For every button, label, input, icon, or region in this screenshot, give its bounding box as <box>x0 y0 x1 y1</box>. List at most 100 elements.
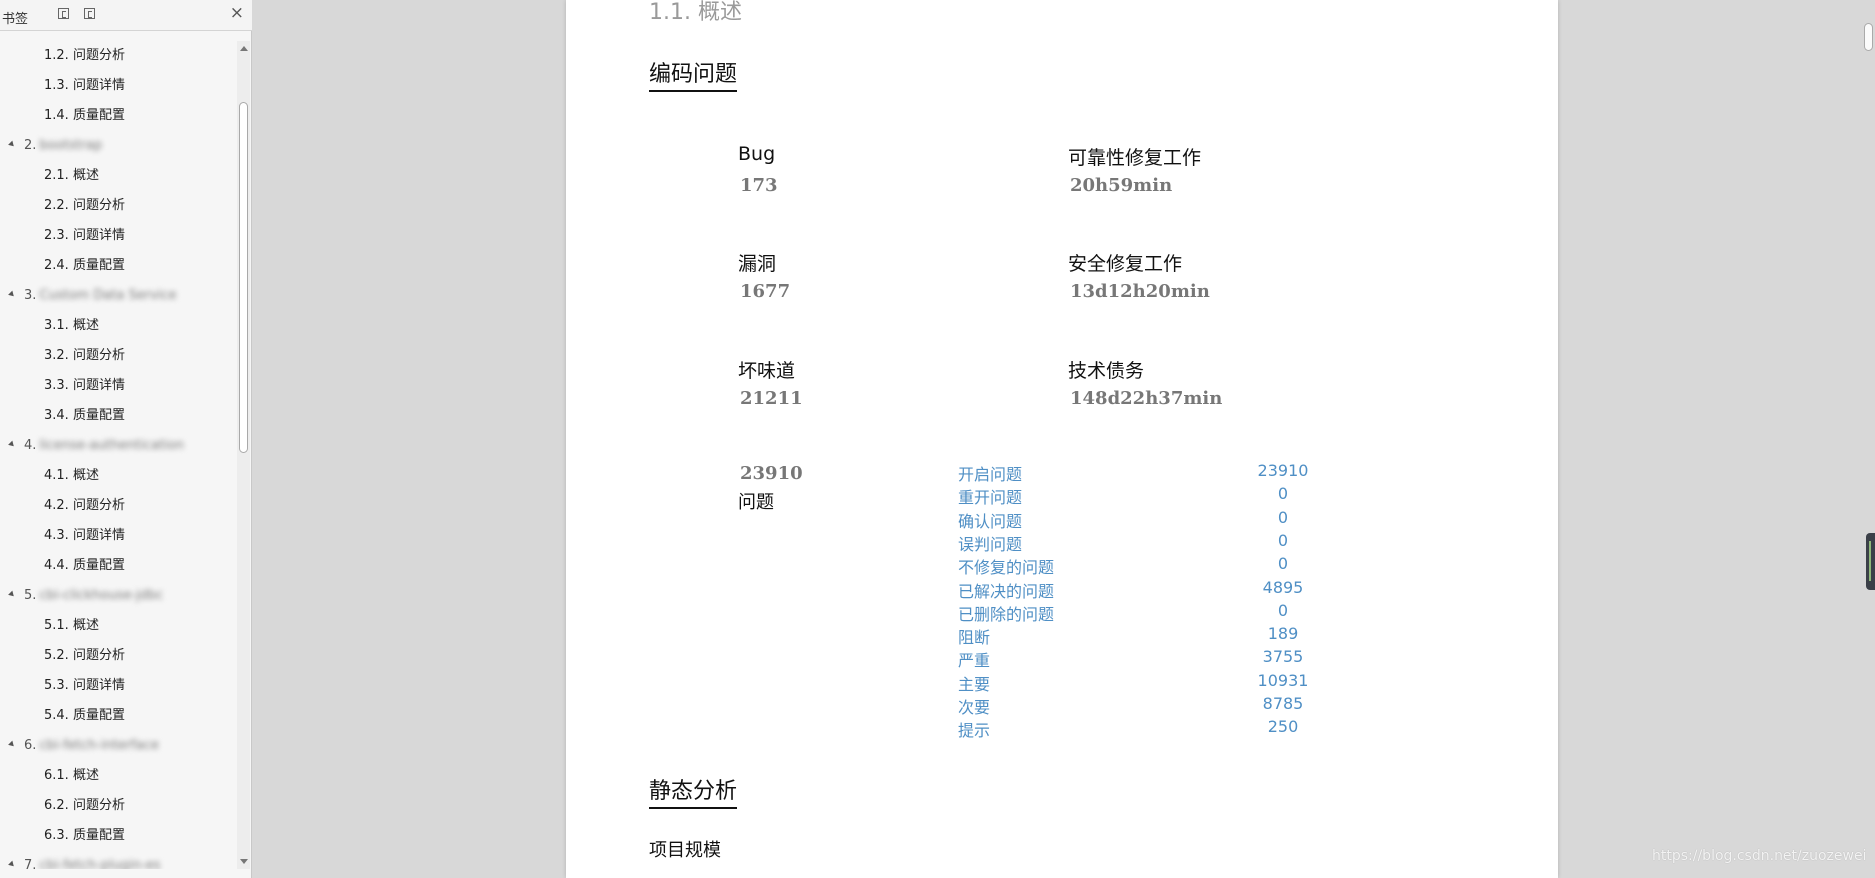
section-heading: 1.1. 概述 <box>649 0 742 25</box>
bookmark-item[interactable]: 2.1. 概述 <box>0 161 237 191</box>
bookmark-item[interactable]: 4.3. 问题详情 <box>0 521 237 551</box>
breakdown-value: 10931 <box>1257 670 1309 690</box>
bookmark-label: 2. <box>24 138 37 153</box>
bookmark-item[interactable]: 4.1. 概述 <box>0 461 237 491</box>
scrollbar-thumb[interactable] <box>1864 23 1873 51</box>
expand-all-icon[interactable] <box>58 8 69 19</box>
bookmark-item[interactable]: 4.4. 质量配置 <box>0 551 237 581</box>
bookmark-item[interactable]: 4.2. 问题分析 <box>0 491 237 521</box>
bookmark-label: 3. <box>24 288 37 303</box>
bookmark-item[interactable]: 3.2. 问题分析 <box>0 341 237 371</box>
metric-value: 20h59min <box>1070 175 1173 196</box>
bookmark-item[interactable]: 2.3. 问题详情 <box>0 221 237 251</box>
breakdown-label: 阻断 <box>958 628 991 648</box>
expand-arrow-icon[interactable] <box>8 590 16 599</box>
bookmark-label: 5. <box>24 588 37 603</box>
collapse-all-icon[interactable] <box>84 8 95 19</box>
bookmark-item[interactable]: 2.2. 问题分析 <box>0 191 237 221</box>
scroll-down-icon[interactable] <box>240 859 248 864</box>
breakdown-label: 次要 <box>958 698 991 717</box>
bookmark-project-name: license-authentication <box>39 438 184 453</box>
breakdown-row: 误判问题 0 <box>958 531 1338 554</box>
breakdown-value: 0 <box>1277 507 1289 527</box>
expand-arrow-icon[interactable] <box>8 290 16 299</box>
bookmark-label: 3.4. 质量配置 <box>44 408 125 423</box>
breakdown-label: 误判问题 <box>958 534 1023 554</box>
metric-label: 漏洞 <box>738 253 777 275</box>
bookmark-label: 4.1. 概述 <box>44 468 99 483</box>
bookmark-item[interactable]: 6.3. 质量配置 <box>0 821 237 851</box>
bookmark-label: 3.3. 问题详情 <box>44 378 125 393</box>
close-icon[interactable]: × <box>230 5 244 22</box>
bookmark-label: 6.1. 概述 <box>44 768 99 783</box>
document-page: 1.1. 概述 编码问题 Bug 173 可靠性修复工作 20h59min 漏洞… <box>566 0 1558 878</box>
bookmark-item[interactable]: 2.4. 质量配置 <box>0 251 237 281</box>
scroll-up-icon[interactable] <box>240 46 248 51</box>
bookmark-project-name: Custom Data Service <box>39 288 177 303</box>
bookmark-group[interactable]: 4. license-authentication <box>0 431 237 461</box>
metric-label: 可靠性修复工作 <box>1068 147 1202 169</box>
expand-arrow-icon[interactable] <box>8 440 16 449</box>
bookmark-project-name: cbi-fetch-plugin-es <box>39 858 161 869</box>
metric-value: 173 <box>740 175 778 196</box>
bookmark-group[interactable]: 5. cbi-clickhouse-jdbc <box>0 581 237 611</box>
document-scrollbar[interactable] <box>1862 0 1875 878</box>
metric-label: 技术债务 <box>1068 360 1145 382</box>
bookmarks-title: 书签 <box>2 12 29 27</box>
floating-widget-handle[interactable] <box>1866 533 1875 590</box>
breakdown-row: 次要 8785 <box>958 694 1338 717</box>
bookmark-item[interactable]: 1.3. 问题详情 <box>0 71 237 101</box>
coding-issues-heading: 编码问题 <box>649 60 738 92</box>
bookmark-item[interactable]: 5.1. 概述 <box>0 611 237 641</box>
breakdown-label: 开启问题 <box>958 465 1023 484</box>
bookmark-label: 1.4. 质量配置 <box>44 108 125 123</box>
breakdown-row: 主要 10931 <box>958 671 1338 694</box>
breakdown-value: 4895 <box>1262 577 1304 597</box>
breakdown-value: 8785 <box>1262 694 1304 713</box>
breakdown-row: 提示 250 <box>958 717 1338 740</box>
breakdown-value: 0 <box>1277 530 1289 550</box>
bookmark-group[interactable]: 3. Custom Data Service <box>0 281 237 311</box>
breakdown-row: 开启问题 23910 <box>958 461 1338 484</box>
metric-value: 21211 <box>740 388 803 409</box>
bookmarks-toolbar: 书签 × <box>0 0 252 31</box>
bookmark-label: 5.4. 质量配置 <box>44 708 125 723</box>
metric-label: 安全修复工作 <box>1068 253 1183 275</box>
bookmark-item[interactable]: 1.4. 质量配置 <box>0 101 237 131</box>
breakdown-label: 提示 <box>958 721 991 741</box>
bookmark-item[interactable]: 6.2. 问题分析 <box>0 791 237 821</box>
bookmark-label: 4. <box>24 438 37 453</box>
bookmark-group[interactable]: 6. cbi-fetch-interface <box>0 731 237 761</box>
breakdown-row: 已解决的问题 4895 <box>958 578 1338 601</box>
bookmark-item[interactable]: 3.1. 概述 <box>0 311 237 341</box>
bookmark-item[interactable]: 1.2. 问题分析 <box>0 41 237 71</box>
bookmark-item[interactable]: 5.2. 问题分析 <box>0 641 237 671</box>
bookmark-item[interactable]: 3.3. 问题详情 <box>0 371 237 401</box>
bookmark-label: 6. <box>24 738 37 753</box>
bookmark-label: 6.2. 问题分析 <box>44 798 125 813</box>
bookmark-project-name: cbi-clickhouse-jdbc <box>39 588 164 603</box>
scrollbar-thumb[interactable] <box>239 102 248 453</box>
bookmark-label: 3.1. 概述 <box>44 318 99 333</box>
bookmark-group[interactable]: 2. bootstrap <box>0 131 237 161</box>
breakdown-row: 阻断 189 <box>958 624 1338 647</box>
breakdown-label: 确认问题 <box>958 511 1023 531</box>
bookmark-label: 4.4. 质量配置 <box>44 558 125 573</box>
bookmark-label: 1.3. 问题详情 <box>44 78 125 93</box>
bookmark-label: 4.3. 问题详情 <box>44 528 125 543</box>
bookmark-group[interactable]: 7. cbi-fetch-plugin-es <box>0 851 237 869</box>
static-analysis-heading: 静态分析 <box>649 777 738 809</box>
bookmark-item[interactable]: 3.4. 质量配置 <box>0 401 237 431</box>
bookmark-item[interactable]: 6.1. 概述 <box>0 761 237 791</box>
bookmark-item[interactable]: 5.3. 问题详情 <box>0 671 237 701</box>
bookmark-item[interactable]: 5.4. 质量配置 <box>0 701 237 731</box>
expand-arrow-icon[interactable] <box>8 140 16 149</box>
bookmarks-scrollbar[interactable] <box>237 41 250 869</box>
breakdown-value: 23910 <box>1257 461 1309 480</box>
breakdown-row: 不修复的问题 0 <box>958 554 1338 577</box>
breakdown-label: 主要 <box>958 674 991 694</box>
bookmark-label: 5.1. 概述 <box>44 618 99 633</box>
breakdown-row: 确认问题 0 <box>958 508 1338 531</box>
expand-arrow-icon[interactable] <box>8 740 16 749</box>
expand-arrow-icon[interactable] <box>8 860 16 869</box>
